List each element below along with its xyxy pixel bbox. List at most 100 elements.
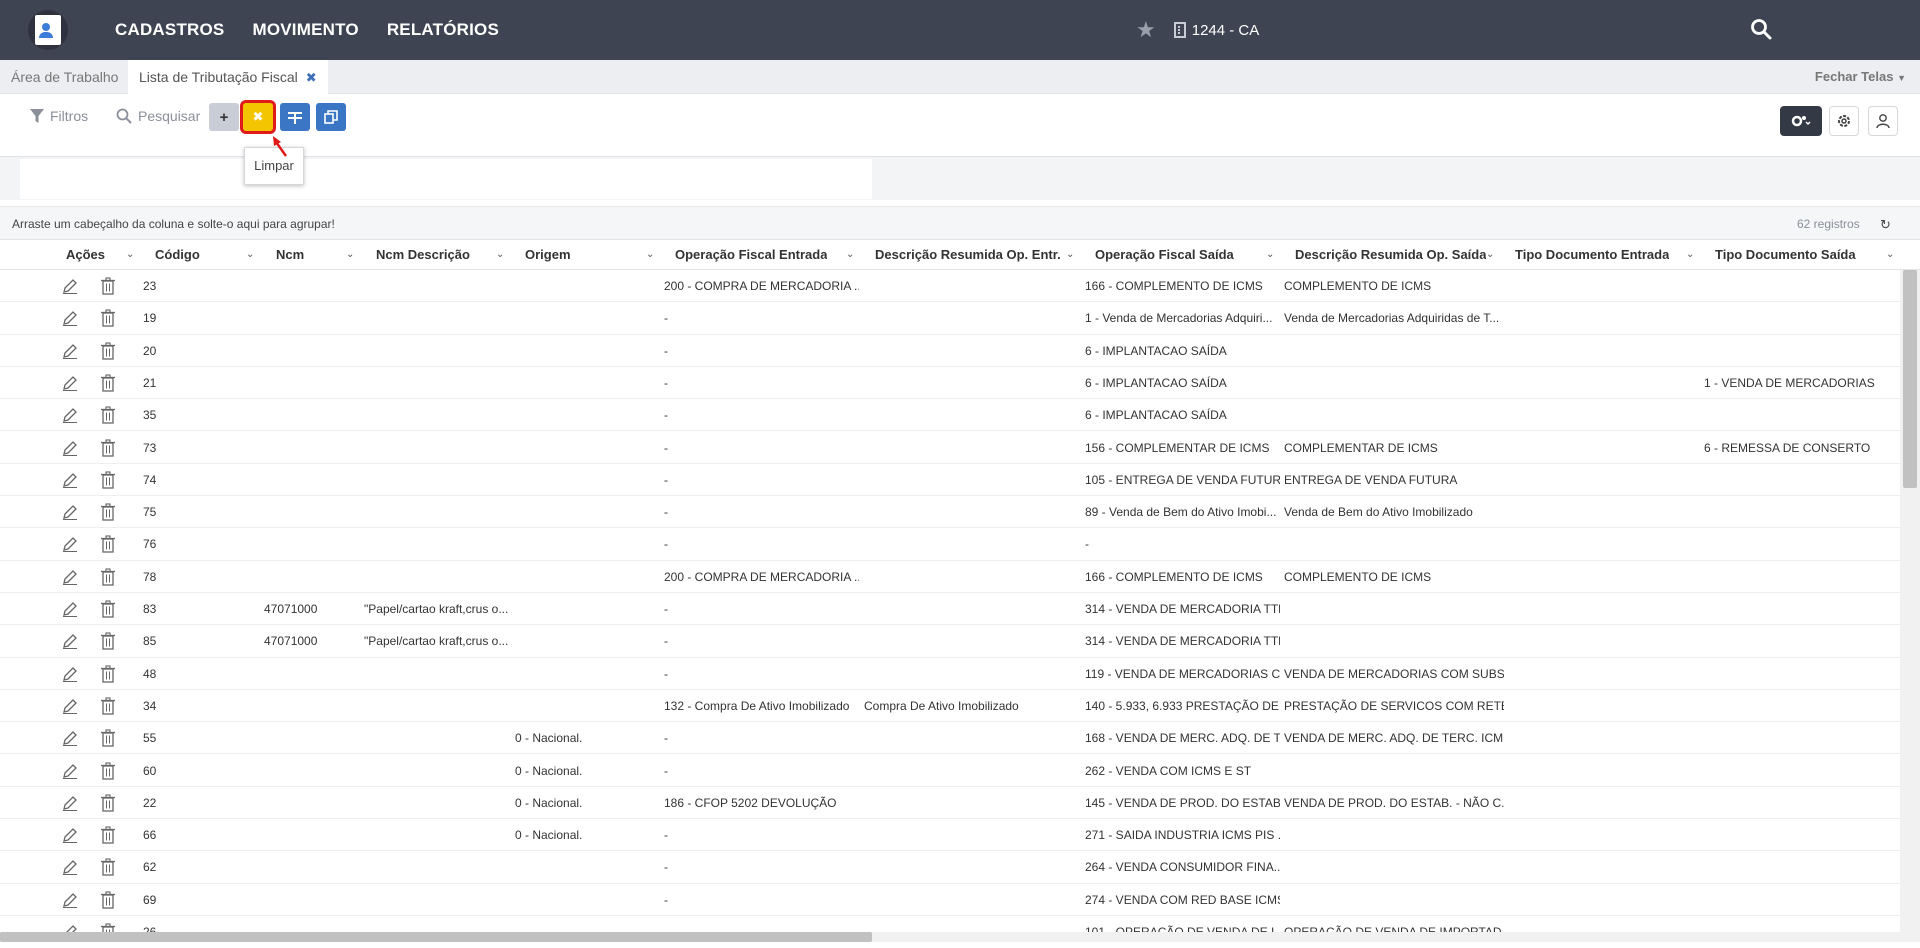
chevron-down-icon[interactable]: ⌄ (496, 240, 504, 270)
star-icon[interactable]: ★ (1136, 17, 1156, 43)
table-row[interactable]: 73 - 156 - COMPLEMENTAR DE ICMS COMPLEMENTA… (0, 432, 1900, 464)
edit-icon[interactable] (62, 472, 78, 488)
trash-icon[interactable] (100, 406, 116, 424)
chevron-down-icon[interactable]: ⌄ (1686, 240, 1694, 270)
chevron-down-icon[interactable]: ⌄ (126, 240, 134, 270)
add-button[interactable]: + (209, 103, 239, 131)
search-icon[interactable] (1750, 18, 1772, 40)
table-row[interactable]: 62 - 264 - VENDA CONSUMIDOR FINA... (0, 851, 1900, 884)
trash-icon[interactable] (100, 438, 116, 457)
filter-row-button[interactable] (280, 103, 310, 131)
edit-icon[interactable] (62, 375, 78, 391)
company-selector[interactable]: 1244 - CA (1173, 22, 1259, 39)
vertical-scrollbar[interactable] (1900, 270, 1920, 932)
trash-icon[interactable] (100, 891, 116, 909)
trash-icon[interactable] (100, 761, 116, 780)
edit-icon[interactable] (62, 278, 78, 294)
edit-icon[interactable] (62, 698, 78, 714)
chevron-down-icon[interactable]: ⌄ (1066, 240, 1074, 270)
trash-icon[interactable] (100, 697, 116, 715)
table-row[interactable]: 74 - 105 - ENTREGA DE VENDA FUTURA ENTREGA … (0, 464, 1900, 497)
edit-icon[interactable] (62, 569, 78, 585)
app-logo[interactable] (28, 10, 68, 50)
copy-button[interactable] (316, 103, 346, 131)
chevron-down-icon[interactable]: ⌄ (346, 240, 354, 270)
menu-relatorios[interactable]: RELATÓRIOS (387, 20, 499, 40)
trash-icon[interactable] (100, 374, 116, 392)
edit-icon[interactable] (62, 601, 78, 617)
edit-icon[interactable] (62, 763, 78, 779)
trash-icon[interactable] (100, 729, 116, 747)
table-row[interactable]: 20 - 6 - IMPLANTACAO SAÍDA (0, 335, 1900, 367)
table-row[interactable]: 19 - 1 - Venda de Mercadorias Adquiri... Ve… (0, 302, 1900, 335)
edit-icon[interactable] (62, 892, 78, 908)
trash-icon[interactable] (100, 858, 116, 877)
edit-icon[interactable] (62, 343, 78, 359)
user-button[interactable] (1868, 106, 1898, 136)
edit-icon[interactable] (62, 924, 78, 932)
edit-icon[interactable] (62, 504, 78, 521)
edit-icon[interactable] (62, 310, 78, 327)
trash-icon[interactable] (100, 923, 116, 932)
table-row[interactable]: 60 0 - Nacional. - 262 - VENDA COM ICMS E S… (0, 755, 1900, 787)
edit-icon[interactable] (62, 666, 78, 682)
chevron-down-icon[interactable]: ⌄ (846, 240, 854, 270)
gear-button[interactable] (1829, 106, 1859, 136)
trash-icon[interactable] (100, 794, 116, 812)
chevron-down-icon[interactable]: ⌄ (246, 240, 254, 270)
tab-workspace[interactable]: Área de Trabalho (0, 60, 129, 94)
table-row[interactable]: 34 132 - Compra De Ativo Imobilizado Compr… (0, 690, 1900, 723)
table-row[interactable]: 69 - 274 - VENDA COM RED BASE ICMS (0, 884, 1900, 916)
close-all-tabs-button[interactable]: Fechar Telas ▼ (1815, 60, 1906, 95)
trash-icon[interactable] (100, 471, 116, 489)
table-row[interactable]: 78 200 - COMPRA DE MERCADORIA ... 166 - CO… (0, 561, 1900, 593)
tab-tributacao-fiscal[interactable]: Lista de Tributação Fiscal ✖ (128, 60, 328, 94)
chevron-down-icon[interactable]: ⌄ (1486, 240, 1494, 270)
clear-button[interactable]: ✖ (240, 100, 276, 134)
column-header-op-saida[interactable]: Operação Fiscal Saída (1095, 240, 1234, 270)
menu-movimento[interactable]: MOVIMENTO (252, 20, 358, 40)
column-header-tipo-saida[interactable]: Tipo Documento Saída (1715, 240, 1856, 270)
trash-icon[interactable] (100, 826, 116, 844)
search-button[interactable]: Pesquisar (116, 108, 200, 124)
column-header-desc-entrada[interactable]: Descrição Resumida Op. Entr... (875, 240, 1060, 270)
table-row[interactable]: 23 200 - COMPRA DE MERCADORIA ... 166 - CO… (0, 270, 1900, 303)
edit-icon[interactable] (62, 536, 78, 553)
filter-panel[interactable] (20, 159, 872, 199)
table-row[interactable]: 48 - 119 - VENDA DE MERCADORIAS C... VENDA … (0, 658, 1900, 690)
refresh-icon[interactable]: ↻ (1880, 217, 1891, 233)
trash-icon[interactable] (100, 342, 116, 360)
column-header-ncm[interactable]: Ncm (276, 240, 304, 270)
filters-button[interactable]: Filtros (30, 108, 88, 124)
table-row[interactable]: 26 - 101 - OPERAÇÃO DE VENDA DE I... OPERAÇ… (0, 916, 1900, 932)
table-row[interactable]: 75 - 89 - Venda de Bem do Ativo Imobi... Ve… (0, 496, 1900, 529)
trash-icon[interactable] (100, 600, 116, 618)
trash-icon[interactable] (100, 503, 116, 521)
edit-icon[interactable] (62, 795, 78, 811)
table-row[interactable]: 66 0 - Nacional. - 271 - SAIDA INDUSTRIA IC… (0, 819, 1900, 852)
trash-icon[interactable] (100, 632, 116, 650)
table-row[interactable]: 55 0 - Nacional. - 168 - VENDA DE MERC. ADQ… (0, 722, 1900, 755)
edit-icon[interactable] (62, 440, 78, 456)
column-header-codigo[interactable]: Código (155, 240, 200, 270)
table-row[interactable]: 76 - - (0, 528, 1900, 561)
column-header-ncm-descricao[interactable]: Ncm Descrição (376, 240, 470, 270)
table-row[interactable]: 35 - 6 - IMPLANTACAO SAÍDA (0, 399, 1900, 432)
group-panel[interactable]: Arraste um cabeçalho da coluna e solte-o… (0, 206, 1920, 240)
edit-icon[interactable] (62, 859, 78, 876)
trash-icon[interactable] (100, 665, 116, 683)
horizontal-scrollbar[interactable] (0, 932, 1920, 942)
table-row[interactable]: 21 - 6 - IMPLANTACAO SAÍDA 1 - VENDA DE MER… (0, 367, 1900, 400)
chevron-down-icon[interactable]: ⌄ (1886, 240, 1894, 270)
trash-icon[interactable] (100, 309, 116, 327)
menu-cadastros[interactable]: CADASTROS (115, 20, 224, 40)
horizontal-scroll-thumb[interactable] (0, 932, 872, 942)
chevron-down-icon[interactable]: ⌄ (646, 240, 654, 270)
edit-icon[interactable] (62, 633, 78, 650)
vertical-scroll-thumb[interactable] (1903, 270, 1917, 488)
table-row[interactable]: 83 47071000 "Papel/cartao kraft,crus o... -… (0, 593, 1900, 626)
chevron-down-icon[interactable]: ⌄ (1266, 240, 1274, 270)
trash-icon[interactable] (100, 277, 116, 295)
settings-menu-button[interactable] (1780, 106, 1822, 136)
edit-icon[interactable] (62, 730, 78, 747)
